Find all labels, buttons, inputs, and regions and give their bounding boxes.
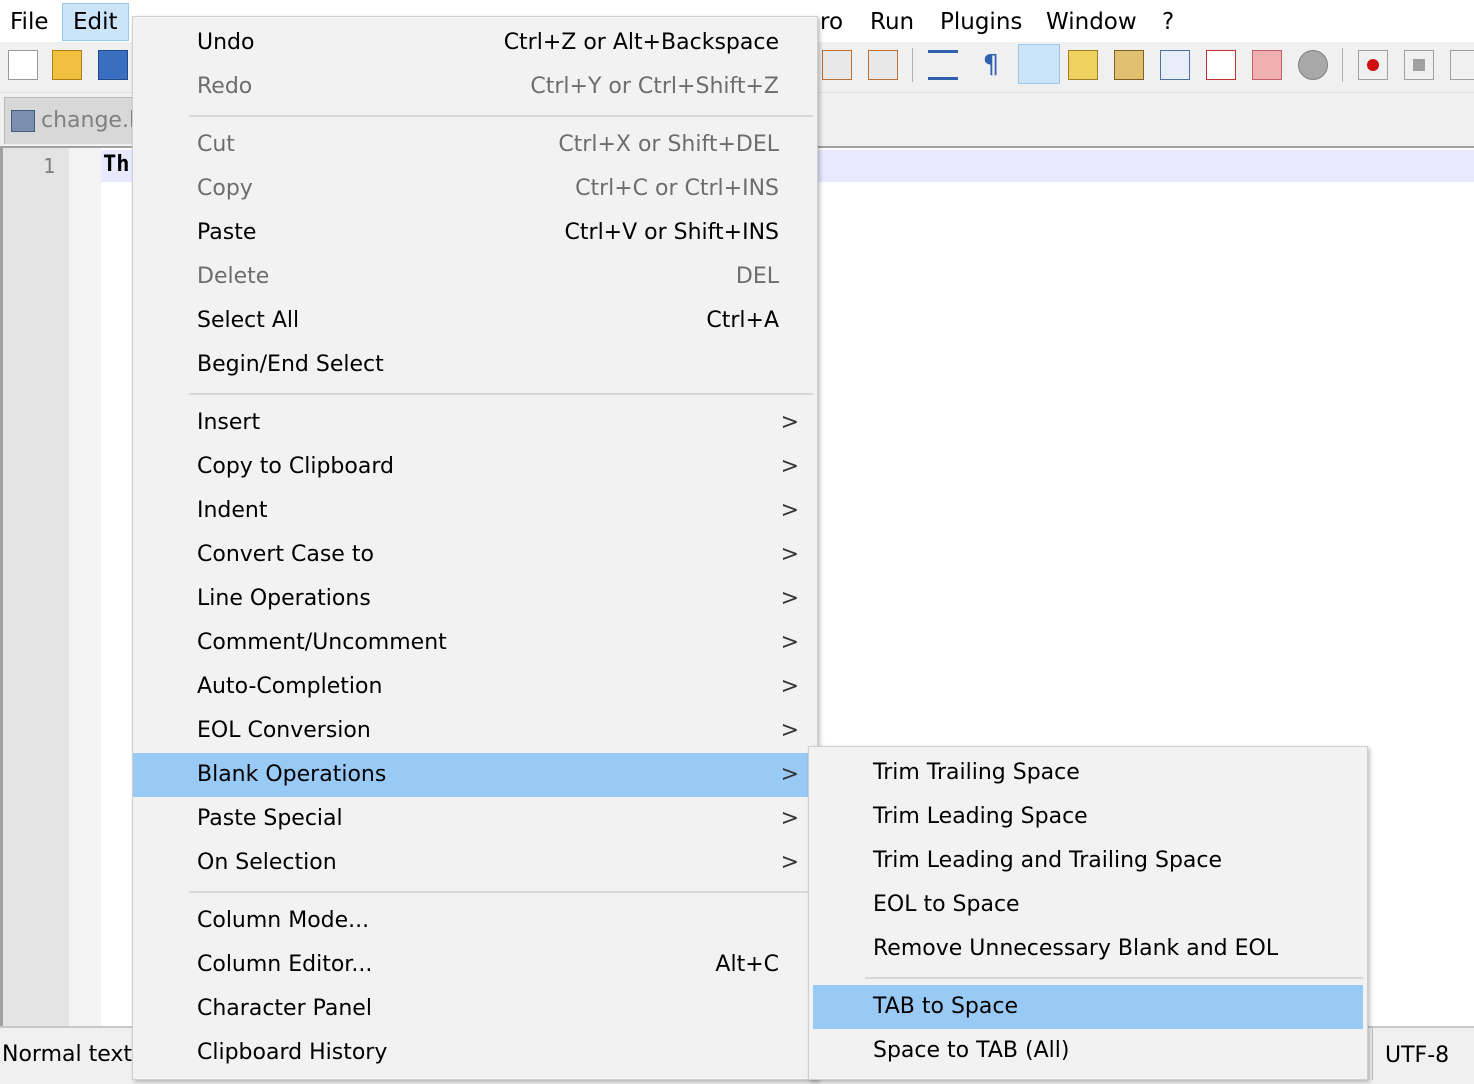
menu-item-indent[interactable]: Indent > bbox=[133, 489, 817, 533]
menu-item-undo[interactable]: Undo Ctrl+Z or Alt+Backspace bbox=[133, 21, 817, 65]
menu-item-blank-operations[interactable]: Blank Operations > bbox=[133, 753, 817, 797]
chevron-right-icon: > bbox=[780, 498, 799, 523]
submenu-item-remove-unnecessary-blank-and-eol[interactable]: Remove Unnecessary Blank and EOL bbox=[809, 927, 1367, 971]
menu-edit[interactable]: Edit bbox=[62, 3, 129, 41]
menu-item-cut[interactable]: Cut Ctrl+X or Shift+DEL bbox=[133, 123, 817, 167]
menu-run[interactable]: Run bbox=[860, 6, 924, 38]
menu-item-clipboard-history[interactable]: Clipboard History bbox=[133, 1031, 817, 1075]
menu-item-begin-end-select[interactable]: Begin/End Select bbox=[133, 343, 817, 387]
edit-menu: Undo Ctrl+Z or Alt+Backspace Redo Ctrl+Y o… bbox=[132, 16, 818, 1080]
toolbar-separator bbox=[1342, 48, 1343, 82]
stop-macro-icon[interactable] bbox=[1404, 50, 1434, 80]
saved-file-icon bbox=[11, 110, 35, 132]
chevron-right-icon: > bbox=[780, 674, 799, 699]
submenu-item-trim-leading-and-trailing-space[interactable]: Trim Leading and Trailing Space bbox=[809, 839, 1367, 883]
sync-scroll-vertical-icon[interactable] bbox=[822, 50, 852, 80]
chevron-right-icon: > bbox=[780, 762, 799, 787]
pdf-icon[interactable] bbox=[1206, 50, 1236, 80]
chevron-right-icon: > bbox=[780, 718, 799, 743]
menu-separator bbox=[865, 977, 1363, 979]
line-number-gutter bbox=[3, 148, 69, 1026]
submenu-item-eol-to-space[interactable]: EOL to Space bbox=[809, 883, 1367, 927]
word-wrap-icon[interactable] bbox=[928, 50, 958, 80]
chevron-right-icon: > bbox=[780, 454, 799, 479]
play-macro-icon[interactable] bbox=[1450, 50, 1474, 80]
menu-item-select-all[interactable]: Select All Ctrl+A bbox=[133, 299, 817, 343]
menu-help[interactable]: ? bbox=[1152, 6, 1184, 38]
record-macro-icon[interactable] bbox=[1358, 50, 1388, 80]
tab-label: change.lo bbox=[41, 108, 135, 133]
menu-item-comment-uncomment[interactable]: Comment/Uncomment > bbox=[133, 621, 817, 665]
menu-item-copy-to-clipboard[interactable]: Copy to Clipboard > bbox=[133, 445, 817, 489]
menu-item-character-panel[interactable]: Character Panel bbox=[133, 987, 817, 1031]
folder-as-workspace-icon[interactable] bbox=[1160, 50, 1190, 80]
menu-item-paste[interactable]: Paste Ctrl+V or Shift+INS bbox=[133, 211, 817, 255]
line-number: 1 bbox=[43, 154, 56, 178]
menu-item-line-operations[interactable]: Line Operations > bbox=[133, 577, 817, 621]
menu-item-on-selection[interactable]: On Selection > bbox=[133, 841, 817, 885]
folder-icon[interactable] bbox=[1252, 50, 1282, 80]
submenu-item-tab-to-space[interactable]: TAB to Space bbox=[813, 985, 1363, 1029]
indent-guide-icon[interactable] bbox=[1018, 44, 1060, 84]
submenu-item-trim-trailing-space[interactable]: Trim Trailing Space bbox=[809, 751, 1367, 795]
menu-file[interactable]: File bbox=[0, 6, 59, 38]
submenu-item-space-to-tab-all[interactable]: Space to TAB (All) bbox=[809, 1029, 1367, 1073]
menu-separator bbox=[189, 115, 813, 117]
sync-scroll-horizontal-icon[interactable] bbox=[868, 50, 898, 80]
menu-separator bbox=[189, 891, 813, 893]
menu-item-column-editor[interactable]: Column Editor... Alt+C bbox=[133, 943, 817, 987]
document-map-icon[interactable] bbox=[1068, 50, 1098, 80]
code-line[interactable]: Th bbox=[103, 152, 130, 177]
fold-margin bbox=[69, 148, 101, 1026]
menu-item-redo[interactable]: Redo Ctrl+Y or Ctrl+Shift+Z bbox=[133, 65, 817, 109]
chevron-right-icon: > bbox=[780, 850, 799, 875]
monitoring-icon[interactable] bbox=[1298, 50, 1328, 80]
show-all-characters-icon[interactable]: ¶ bbox=[976, 50, 1006, 80]
menu-item-eol-conversion[interactable]: EOL Conversion > bbox=[133, 709, 817, 753]
open-file-icon[interactable] bbox=[52, 50, 82, 80]
menu-item-delete[interactable]: Delete DEL bbox=[133, 255, 817, 299]
chevron-right-icon: > bbox=[780, 586, 799, 611]
chevron-right-icon: > bbox=[780, 806, 799, 831]
submenu-item-trim-leading-space[interactable]: Trim Leading Space bbox=[809, 795, 1367, 839]
chevron-right-icon: > bbox=[780, 630, 799, 655]
menu-item-convert-case[interactable]: Convert Case to > bbox=[133, 533, 817, 577]
menu-item-insert[interactable]: Insert > bbox=[133, 401, 817, 445]
new-file-icon[interactable] bbox=[8, 50, 38, 80]
blank-operations-submenu: Trim Trailing Space Trim Leading Space T… bbox=[808, 746, 1368, 1080]
toolbar-separator bbox=[912, 48, 913, 82]
menu-plugins[interactable]: Plugins bbox=[930, 6, 1032, 38]
chevron-right-icon: > bbox=[780, 542, 799, 567]
menu-item-copy[interactable]: Copy Ctrl+C or Ctrl+INS bbox=[133, 167, 817, 211]
chevron-right-icon: > bbox=[780, 410, 799, 435]
menu-item-auto-completion[interactable]: Auto-Completion > bbox=[133, 665, 817, 709]
language-status: Normal text bbox=[2, 1042, 133, 1067]
menu-item-paste-special[interactable]: Paste Special > bbox=[133, 797, 817, 841]
menu-item-column-mode[interactable]: Column Mode... bbox=[133, 899, 817, 943]
encoding-status: UTF-8 bbox=[1372, 1028, 1449, 1080]
function-list-icon[interactable] bbox=[1114, 50, 1144, 80]
tab-change-log[interactable]: change.lo bbox=[4, 97, 136, 144]
menu-separator bbox=[189, 393, 813, 395]
save-icon[interactable] bbox=[98, 50, 128, 80]
menu-window[interactable]: Window bbox=[1036, 6, 1147, 38]
